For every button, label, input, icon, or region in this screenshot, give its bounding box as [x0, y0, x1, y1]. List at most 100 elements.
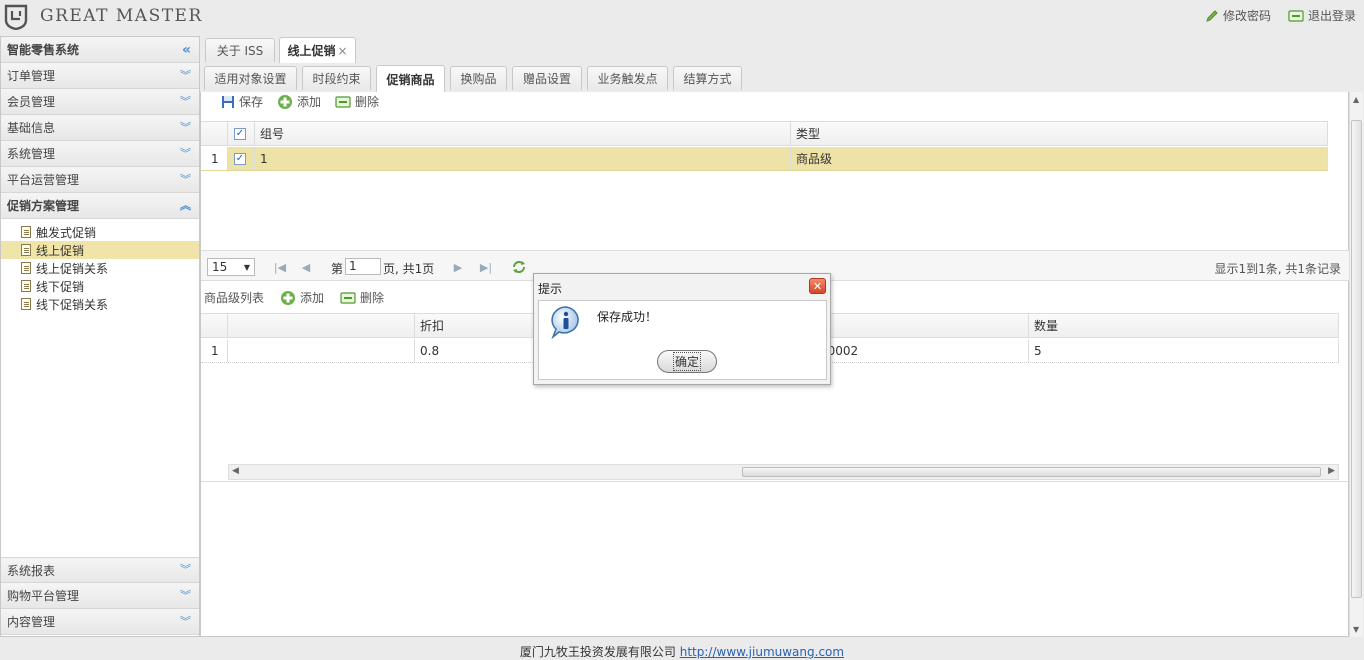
prev-page-icon[interactable]: ◀ [299, 260, 313, 274]
select-all-checkbox[interactable]: ✓ [234, 127, 246, 140]
page-size-value: 15 [212, 260, 228, 274]
scroll-left-icon[interactable]: ◀ [232, 466, 239, 476]
horizontal-scrollbar[interactable]: ◀ ▶ [228, 464, 1339, 480]
tree-item-offline-promo[interactable]: 线下促销 [1, 277, 199, 295]
sidebar-section-basic-info[interactable]: 基础信息 ︾ [1, 115, 199, 141]
tree-item-label: 线下促销 [36, 279, 85, 294]
first-page-icon[interactable]: |◀ [273, 260, 287, 274]
toolbar-product-list: 商品级列表 添加 删除 [204, 289, 384, 306]
add-button[interactable]: 添加 [277, 93, 321, 110]
document-icon [21, 298, 31, 310]
expand-icon: ︾ [180, 563, 191, 576]
dialog-message: 保存成功！ [597, 310, 658, 324]
tab-label: 关于 ISS [216, 44, 264, 58]
add-icon [278, 94, 293, 109]
sidebar-section-system[interactable]: 系统管理 ︾ [1, 141, 199, 167]
column-header-quantity[interactable]: 数量 [1029, 314, 1339, 337]
logo-text: GREAT MASTER [40, 6, 203, 26]
expand-icon: ︾ [180, 588, 191, 602]
section-label: 系统管理 [7, 147, 56, 161]
close-tab-icon[interactable]: × [337, 44, 347, 58]
subtab-exchange-products[interactable]: 换购品 [450, 66, 507, 90]
expand-icon: ︾ [180, 614, 191, 628]
dialog-title: 提示 [538, 282, 563, 296]
column-header-group[interactable]: 组号 [255, 122, 791, 145]
save-button[interactable]: 保存 [221, 93, 263, 110]
last-page-icon[interactable]: ▶| [479, 260, 493, 274]
logout-link[interactable]: 退出登录 [1288, 7, 1356, 24]
info-icon [551, 306, 579, 339]
refresh-icon[interactable] [511, 259, 527, 275]
close-dialog-icon[interactable]: ✕ [809, 278, 826, 294]
cell-code: 00002 [815, 339, 1029, 362]
sidebar-section-members[interactable]: 会员管理 ︾ [1, 89, 199, 115]
sidebar-section-promotions[interactable]: 促销方案管理 ︽ [1, 193, 199, 219]
subtab-settlement[interactable]: 结算方式 [673, 66, 742, 90]
record-info: 显示1到1条, 共1条记录 [1214, 262, 1341, 276]
table-row[interactable]: 1 ✓ 1 商品级 [201, 147, 1328, 171]
tab-about-iss[interactable]: 关于 ISS [205, 38, 275, 62]
scroll-down-icon[interactable]: ▼ [1353, 625, 1359, 634]
delete-icon [335, 95, 351, 108]
grid1-header: ✓ 组号 类型 [201, 121, 1328, 146]
section-label: 系统报表 [7, 563, 56, 578]
add-product-button[interactable]: 添加 [280, 289, 324, 306]
tree-item-trigger-promo[interactable]: 触发式促销 [1, 223, 199, 241]
product-list-title: 商品级列表 [204, 291, 265, 305]
row-checkbox[interactable]: ✓ [234, 152, 246, 165]
subtab-promo-products[interactable]: 促销商品 [376, 65, 445, 92]
cell-type: 商品级 [791, 147, 1328, 170]
message-dialog: 提示 ✕ 保存成功！ 确定 [533, 273, 831, 385]
vertical-scrollbar-thumb[interactable] [1351, 120, 1362, 598]
ok-button[interactable]: 确定 [657, 350, 717, 373]
tab-online-promo[interactable]: 线上促销 × [279, 37, 356, 63]
column-header-code[interactable] [815, 314, 1029, 337]
page-total: 页, 共1页 [383, 262, 435, 276]
document-icon [21, 280, 31, 292]
subtab-label: 促销商品 [386, 72, 435, 87]
sidebar-section-shopping-platform[interactable]: 购物平台管理 ︾ [1, 583, 199, 609]
delete-product-button[interactable]: 删除 [340, 289, 384, 306]
scrollbar-thumb[interactable] [742, 467, 1321, 477]
logout-icon [1288, 9, 1304, 22]
tree-item-offline-promo-relation[interactable]: 线下促销关系 [1, 295, 199, 313]
delete-button[interactable]: 删除 [335, 93, 379, 110]
expand-icon: ︾ [180, 146, 191, 160]
sidebar-section-content[interactable]: 内容管理 ︾ [1, 609, 199, 635]
next-page-icon[interactable]: ▶ [451, 260, 465, 274]
expand-icon: ︾ [180, 94, 191, 108]
page-prefix: 第 [331, 262, 344, 276]
scroll-up-icon[interactable]: ▲ [1353, 95, 1359, 104]
section-label: 平台运营管理 [7, 173, 80, 187]
page-number-input[interactable]: 1 [345, 258, 381, 275]
subtab-label: 适用对象设置 [214, 72, 287, 86]
logo-icon [4, 4, 28, 30]
tree-item-label: 触发式促销 [36, 225, 97, 240]
row-number: 1 [201, 147, 228, 170]
page-size-select[interactable]: 15 ▼ [207, 258, 255, 276]
scroll-right-icon[interactable]: ▶ [1328, 466, 1335, 476]
change-password-label: 修改密码 [1223, 9, 1272, 23]
vertical-scrollbar[interactable]: ▲ ▼ [1349, 92, 1363, 637]
sidebar-section-reports[interactable]: 系统报表 ︾ [1, 557, 199, 583]
document-icon [21, 262, 31, 274]
footer: 厦门九牧王投资发展有限公司 http://www.jiumuwang.com [0, 643, 1364, 660]
subtab-target-settings[interactable]: 适用对象设置 [204, 66, 297, 90]
add-icon [281, 290, 296, 305]
save-icon [222, 95, 234, 108]
tree-item-online-promo-relation[interactable]: 线上促销关系 [1, 259, 199, 277]
sidebar-section-platform-ops[interactable]: 平台运营管理 ︾ [1, 167, 199, 193]
tree-item-online-promo[interactable]: 线上促销 [1, 241, 199, 259]
delete-label: 删除 [360, 291, 385, 305]
sidebar-section-orders[interactable]: 订单管理 ︾ [1, 63, 199, 89]
ok-label: 确定 [672, 352, 701, 371]
subtab-time-constraints[interactable]: 时段约束 [302, 66, 371, 90]
subtab-gift-settings[interactable]: 赠品设置 [512, 66, 582, 90]
collapse-icon: ︽ [180, 198, 191, 212]
column-header-type[interactable]: 类型 [791, 122, 1328, 145]
change-password-link[interactable]: 修改密码 [1205, 7, 1271, 24]
subtab-label: 换购品 [460, 72, 497, 86]
subtab-business-triggers[interactable]: 业务触发点 [587, 66, 668, 90]
collapse-sidebar-icon[interactable]: « [182, 43, 191, 57]
dialog-body: 保存成功！ 确定 [538, 300, 827, 380]
